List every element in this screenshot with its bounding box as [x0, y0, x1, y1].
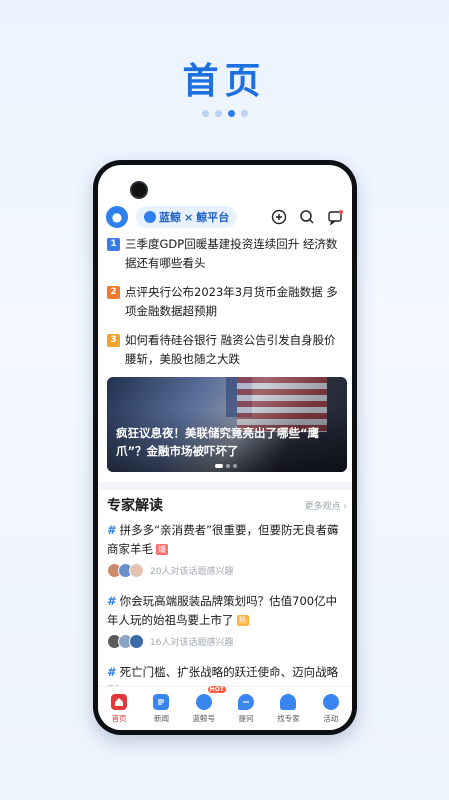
topic-item[interactable]: # 拼多多“亲消费者”很重要，但要防无良者薅商家羊毛爆 20人对该话题感兴趣 — [107, 521, 347, 578]
home-icon — [111, 693, 128, 710]
interest-count: 20人对该话题感兴趣 — [150, 567, 234, 577]
top-news-list: 1 三季度GDP回暖基建投资连续回升 经济数据还有哪些看头 2 点评央行公布20… — [107, 235, 347, 379]
platform-switcher[interactable]: 蓝鲸 × 鲸平台 — [136, 206, 238, 228]
pager-dot[interactable] — [214, 110, 222, 117]
platform-name: 蓝鲸 — [159, 211, 181, 224]
banner-pager — [215, 464, 237, 468]
section-divider — [98, 482, 352, 490]
tab-home[interactable]: 首页 — [101, 693, 137, 724]
hot-badge: HOT — [207, 685, 226, 693]
news-item[interactable]: 3 如何看待硅谷银行 融资公告引发自身股价腰斩，美股也随之大跌 — [107, 331, 347, 369]
topic-title: 你会玩高端服装品牌策划吗？估值700亿中年人玩的始祖鸟要上市了 — [107, 594, 338, 627]
rank-badge: 2 — [107, 286, 120, 299]
tab-whale-account[interactable]: HOT 蓝鲸号 — [186, 685, 226, 724]
platform-suffix: 鲸平台 — [196, 211, 230, 224]
news-icon — [153, 693, 170, 710]
banner-dot — [226, 464, 230, 468]
avatar-group — [107, 634, 144, 649]
phone-frame: ● 蓝鲸 × 鲸平台 1 三季度GDP回暖基建投资连续回升 经济数据还有哪些看头… — [93, 160, 357, 735]
tab-label: 提问 — [238, 713, 254, 723]
hash-icon: # — [107, 665, 117, 679]
news-title: 如何看待硅谷银行 融资公告引发自身股价腰斩，美股也随之大跌 — [125, 333, 336, 366]
bottom-tab-bar: 首页 新闻 HOT 蓝鲸号 提问 找专家 活动 — [98, 685, 352, 730]
banner-caption: 疯狂议息夜！美联储究竟亮出了哪些“鹰爪”？金融市场被吓坏了 — [116, 426, 320, 458]
hash-icon: # — [107, 594, 117, 608]
avatar — [129, 634, 144, 649]
pager-dot-active[interactable] — [227, 110, 235, 117]
tab-label: 首页 — [111, 713, 127, 723]
phone-screen: ● 蓝鲸 × 鲸平台 1 三季度GDP回暖基建投资连续回升 经济数据还有哪些看头… — [98, 165, 352, 730]
experts-header: 专家解读 更多观点 › — [107, 495, 347, 515]
page-title: 首页 — [182, 61, 267, 102]
section-title: 专家解读 — [107, 498, 163, 514]
message-icon[interactable] — [326, 208, 344, 226]
topic-item[interactable]: # 你会玩高端服装品牌策划吗？估值700亿中年人玩的始祖鸟要上市了热 16人对该话… — [107, 592, 347, 649]
banner-dot — [233, 464, 237, 468]
tab-label: 活动 — [323, 713, 339, 723]
tab-ask[interactable]: 提问 — [228, 693, 264, 724]
rank-badge: 3 — [107, 334, 120, 347]
activity-icon — [322, 693, 339, 710]
platform-separator: × — [184, 210, 194, 224]
topic-title: 拼多多“亲消费者”很重要，但要防无良者薅商家羊毛 — [107, 523, 339, 556]
expert-icon — [280, 693, 297, 710]
whale-icon: HOT — [195, 685, 226, 710]
rank-badge: 1 — [107, 238, 120, 251]
interest-count: 16人对该话题感兴趣 — [150, 638, 234, 648]
banner-dot-active — [215, 464, 223, 468]
tab-label: 新闻 — [153, 713, 169, 723]
news-item[interactable]: 1 三季度GDP回暖基建投资连续回升 经济数据还有哪些看头 — [107, 235, 347, 273]
more-opinions-link[interactable]: 更多观点 › — [305, 499, 347, 512]
hot-tag: 热 — [236, 615, 249, 626]
whale-logo-icon — [144, 211, 156, 223]
avatar-group — [107, 563, 144, 578]
tab-activity[interactable]: 活动 — [313, 693, 349, 724]
tab-news[interactable]: 新闻 — [143, 693, 179, 724]
tab-find-expert[interactable]: 找专家 — [270, 693, 306, 724]
pager-dot[interactable] — [201, 110, 209, 117]
app-logo-icon[interactable]: ● — [106, 206, 128, 228]
news-title: 三季度GDP回暖基建投资连续回升 经济数据还有哪些看头 — [125, 237, 338, 270]
question-icon — [238, 693, 255, 710]
plus-circle-icon[interactable] — [270, 208, 288, 226]
search-icon[interactable] — [298, 208, 316, 226]
news-title: 点评央行公布2023年3月货币金融数据 多项金融数据超预期 — [125, 285, 338, 318]
carousel-pager — [0, 110, 449, 117]
avatar — [129, 563, 144, 578]
camera-icon — [132, 183, 146, 197]
hot-tag: 爆 — [156, 544, 168, 555]
top-bar: ● 蓝鲸 × 鲸平台 — [98, 202, 352, 232]
tab-label: 蓝鲸号 — [192, 713, 216, 723]
pager-dot[interactable] — [240, 110, 248, 117]
hash-icon: # — [107, 523, 117, 537]
news-item[interactable]: 2 点评央行公布2023年3月货币金融数据 多项金融数据超预期 — [107, 283, 347, 321]
featured-banner[interactable]: 疯狂议息夜！美联储究竟亮出了哪些“鹰爪”？金融市场被吓坏了 — [107, 377, 347, 472]
tab-label: 找专家 — [277, 713, 300, 723]
